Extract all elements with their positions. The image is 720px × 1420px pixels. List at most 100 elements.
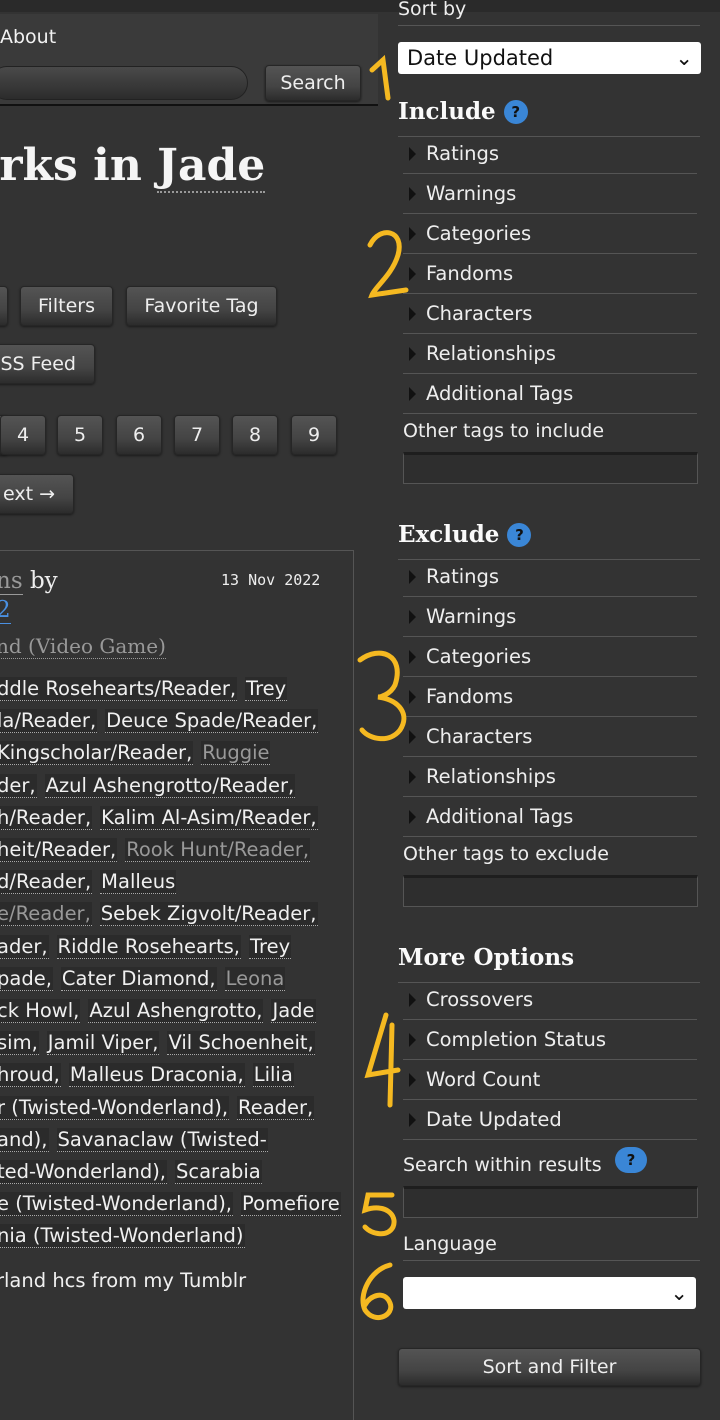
divider <box>403 1260 700 1261</box>
include-fandoms[interactable]: Fandoms <box>403 254 697 294</box>
tag-link[interactable]: nia (Twisted-Wonderland) <box>0 1224 245 1249</box>
include-label: Additional Tags <box>426 382 574 405</box>
filters-button[interactable]: Filters <box>20 286 113 326</box>
more-options-label: Completion Status <box>426 1028 607 1051</box>
tag-link[interactable]: der, <box>0 773 37 798</box>
tag-link[interactable]: ted-Wonderland), <box>0 1160 167 1184</box>
tag-link[interactable]: Azul Ashengrotto/Reader, <box>44 773 296 798</box>
tag-link[interactable]: Ruggie <box>201 741 271 766</box>
tag-link[interactable]: Cater Diamond, <box>60 966 217 991</box>
tag-link[interactable]: Trey <box>245 677 288 701</box>
more-options-word-count[interactable]: Word Count <box>403 1060 697 1100</box>
more-options-crossovers[interactable]: Crossovers <box>403 980 697 1020</box>
tag-line: Kingscholar/Reader, Ruggie <box>0 741 271 767</box>
help-icon[interactable]: ? <box>503 99 528 124</box>
work-date: 13 Nov 2022 <box>221 571 321 589</box>
work-title-link[interactable]: ns <box>0 568 23 595</box>
page-button[interactable]: 4 <box>0 415 46 455</box>
next-page-button[interactable]: ext → <box>0 474 74 514</box>
search-button[interactable]: Search <box>265 65 361 101</box>
annotation-4 <box>364 1012 401 1108</box>
tag-link[interactable]: r (Twisted-Wonderland), <box>0 1095 230 1120</box>
more-options-label: Crossovers <box>426 988 534 1011</box>
tag-link[interactable]: Sebek Zigvolt/Reader, <box>99 902 318 927</box>
tag-link[interactable]: sim, <box>0 1031 39 1056</box>
tag-link[interactable]: Reader, <box>237 1095 315 1120</box>
rss-feed-button[interactable]: SS Feed <box>0 344 95 384</box>
include-ratings[interactable]: Ratings <box>403 134 697 174</box>
tag-link[interactable]: Trey <box>248 934 292 959</box>
include-label: Relationships <box>426 342 556 365</box>
include-label: Ratings <box>426 142 500 165</box>
fandom-link[interactable]: nd (Video Game) <box>0 634 166 659</box>
tag-line: ck Howl, Azul Ashengrotto, Jade <box>0 999 316 1025</box>
page-title-tag-link[interactable]: Jade <box>157 140 266 193</box>
help-icon[interactable]: ? <box>615 1147 647 1173</box>
exclude-fandoms[interactable]: Fandoms <box>403 677 697 717</box>
tag-link[interactable]: Jamil Viper, <box>46 1031 160 1056</box>
more-options-title: More Options <box>398 944 575 971</box>
tag-link[interactable]: Jade <box>271 999 316 1023</box>
more-options-heading: More Options <box>398 944 574 971</box>
annotation-3 <box>357 650 407 742</box>
tag-link[interactable]: h/Reader, <box>0 805 93 830</box>
page-button[interactable]: 7 <box>174 415 220 455</box>
tag-link[interactable]: and), <box>0 1127 49 1152</box>
exclude-additional-tags[interactable]: Additional Tags <box>403 797 697 837</box>
search-within-input[interactable] <box>403 1186 698 1218</box>
cut-off-button[interactable] <box>0 286 8 326</box>
exclude-characters[interactable]: Characters <box>403 717 697 757</box>
tag-link[interactable]: e (Twisted-Wonderland), <box>0 1192 234 1217</box>
tag-link[interactable]: Scarabia <box>175 1160 262 1184</box>
page-button[interactable]: 8 <box>232 415 278 455</box>
other-tags-include-input[interactable] <box>403 452 698 484</box>
help-icon[interactable]: ? <box>507 522 532 547</box>
page-button[interactable]: 9 <box>291 415 337 455</box>
sort-by-label: Sort by <box>398 0 467 20</box>
sort-and-filter-button[interactable]: Sort and Filter <box>398 1348 701 1386</box>
tag-link[interactable]: Rook Hunt/Reader, <box>125 838 311 862</box>
exclude-ratings[interactable]: Ratings <box>403 557 697 597</box>
sort-by-select[interactable]: Date Updated ⌄ <box>398 42 701 74</box>
exclude-warnings[interactable]: Warnings <box>403 597 697 637</box>
include-characters[interactable]: Characters <box>403 294 697 334</box>
tag-link[interactable]: Kalim Al-Asim/Reader, <box>100 805 318 830</box>
page-button[interactable]: 5 <box>57 415 103 455</box>
tag-link[interactable]: Azul Ashengrotto, <box>88 999 264 1023</box>
tag-link[interactable]: pade, <box>0 966 53 991</box>
site-search-input[interactable] <box>0 66 248 100</box>
language-select[interactable]: ⌄ <box>403 1277 696 1309</box>
handwritten-annotations <box>357 54 409 1321</box>
tag-link[interactable]: ader, <box>0 934 49 959</box>
author-link[interactable]: 2 <box>0 597 11 624</box>
tag-link[interactable]: e/Reader, <box>0 902 92 927</box>
tag-link[interactable]: Malleus <box>100 870 177 895</box>
tag-link[interactable]: d/Reader, <box>0 870 93 895</box>
tag-link[interactable]: Riddle Rosehearts, <box>56 934 241 959</box>
tag-link[interactable]: Kingscholar/Reader, <box>0 741 194 766</box>
exclude-relationships[interactable]: Relationships <box>403 757 697 797</box>
tag-link[interactable]: ck Howl, <box>0 999 81 1023</box>
favorite-tag-button[interactable]: Favorite Tag <box>126 286 277 326</box>
tag-link[interactable]: Leona <box>224 966 286 991</box>
tag-link[interactable]: Vil Schoenheit, <box>167 1031 315 1056</box>
more-options-date-updated[interactable]: Date Updated <box>403 1100 697 1140</box>
more-options-completion-status[interactable]: Completion Status <box>403 1020 697 1060</box>
tag-link[interactable]: heit/Reader, <box>0 838 118 862</box>
include-relationships[interactable]: Relationships <box>403 334 697 374</box>
include-categories[interactable]: Categories <box>403 214 697 254</box>
tag-link[interactable]: la/Reader, <box>0 709 98 734</box>
include-warnings[interactable]: Warnings <box>403 174 697 214</box>
exclude-categories[interactable]: Categories <box>403 637 697 677</box>
tag-link[interactable]: Savanaclaw (Twisted- <box>56 1127 268 1152</box>
other-tags-exclude-input[interactable] <box>403 875 698 907</box>
page-button[interactable]: 6 <box>116 415 162 455</box>
tag-link[interactable]: Deuce Spade/Reader, <box>105 709 319 734</box>
include-additional-tags[interactable]: Additional Tags <box>403 374 697 414</box>
tag-link[interactable]: Lilia <box>252 1063 294 1088</box>
tag-link[interactable]: ddle Rosehearts/Reader, <box>0 677 238 701</box>
tag-link[interactable]: hroud, <box>0 1063 61 1088</box>
nav-about-link[interactable]: About <box>0 26 56 48</box>
tag-link[interactable]: Pomefiore <box>241 1192 341 1217</box>
tag-link[interactable]: Malleus Draconia, <box>68 1063 245 1088</box>
